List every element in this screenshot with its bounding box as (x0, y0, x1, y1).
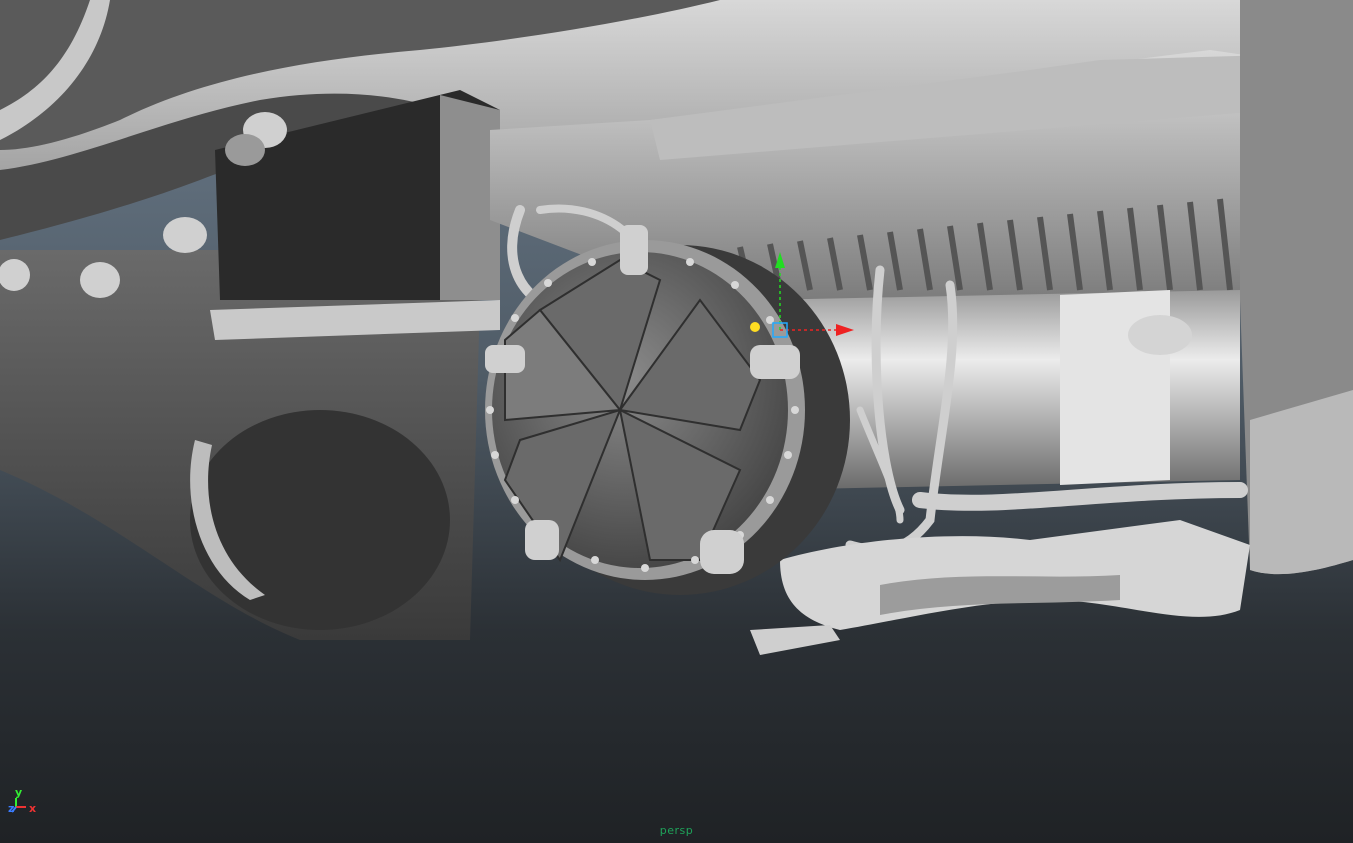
view-axis-indicator: y x z (6, 781, 46, 821)
perspective-viewport[interactable]: y x z persp (0, 0, 1353, 843)
axis-indicator-lines (11, 798, 26, 813)
manipulator-z-handle (750, 322, 760, 332)
lower-cylinder (190, 410, 450, 630)
model-render[interactable] (0, 0, 1353, 843)
axis-z-label: z (8, 802, 15, 815)
axis-y-label: y (15, 786, 23, 799)
lower-linkage-shadow (880, 575, 1120, 615)
engine-knob (1128, 315, 1192, 355)
small-bracket (750, 625, 840, 655)
lower-linkage (780, 520, 1250, 630)
right-frame-highlight (1250, 390, 1353, 575)
camera-name-label: persp (659, 824, 694, 837)
axis-x-label: x (29, 802, 37, 815)
